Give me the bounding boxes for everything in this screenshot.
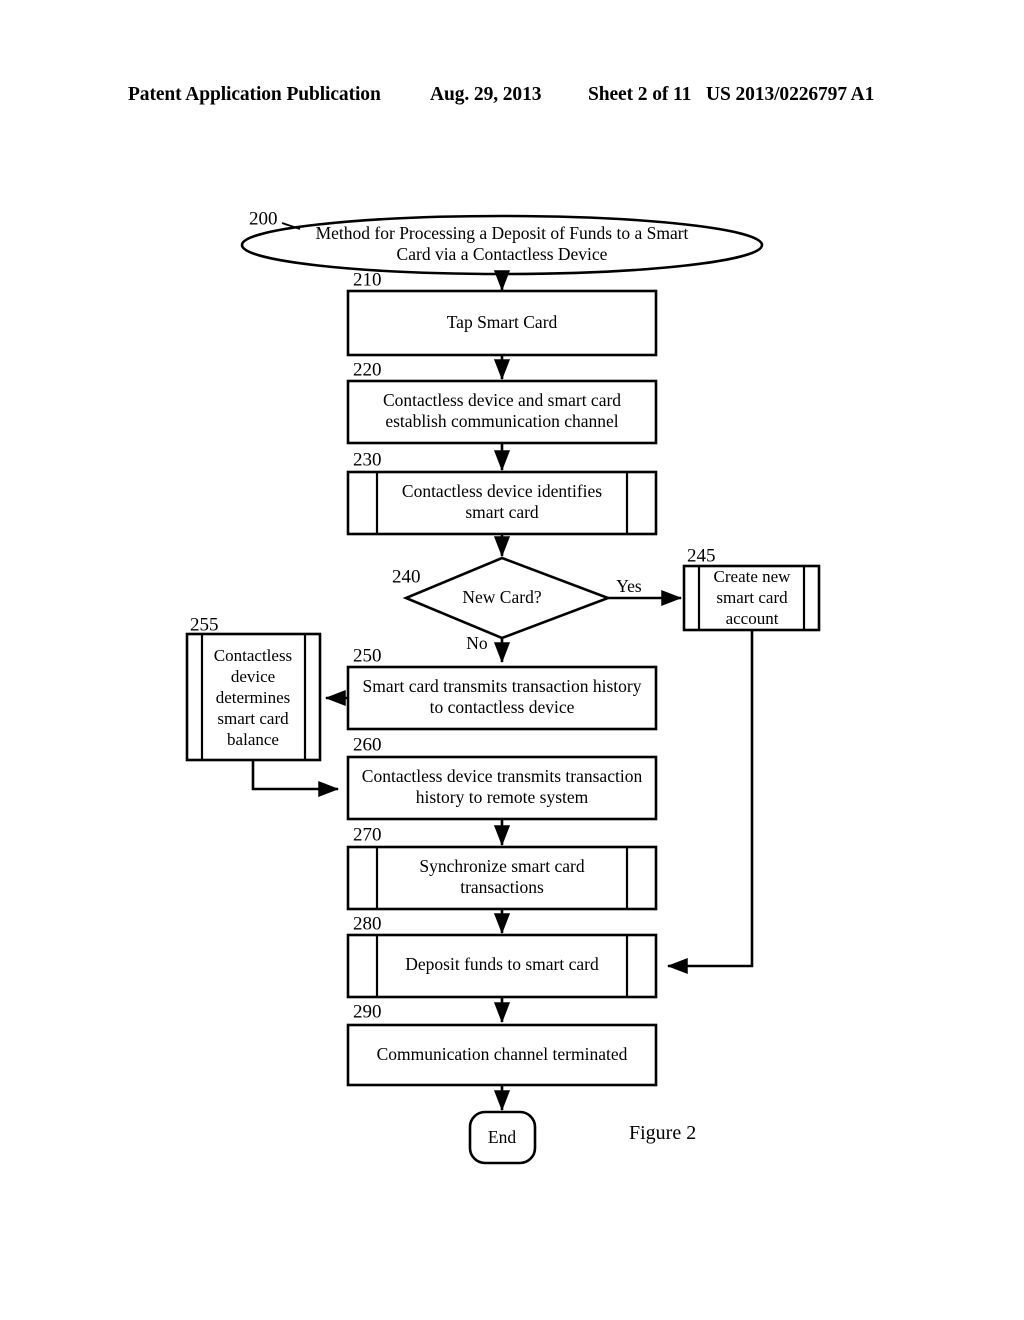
node-240-new-card-decision: New Card? (402, 556, 612, 640)
node-255-line4: smart card (217, 709, 289, 728)
connector-255-260 (251, 760, 340, 798)
node-250-transmit-history: Smart card transmits transaction history… (346, 665, 658, 731)
node-title-line2: Card via a Contactless Device (397, 244, 608, 264)
figure-2-flowchart: Method for Processing a Deposit of Funds… (185, 208, 821, 1165)
ref-210: 210 (353, 269, 382, 290)
ref-230: 230 (353, 449, 382, 470)
node-260-transmit-remote: Contactless device transmits transaction… (346, 755, 658, 821)
node-290-label: Communication channel terminated (377, 1044, 628, 1064)
node-260-line2: history to remote system (416, 787, 589, 807)
node-280-label: Deposit funds to smart card (405, 954, 599, 974)
node-230-line2: smart card (465, 502, 539, 522)
node-260-line1: Contactless device transmits transaction (362, 766, 643, 786)
edge-label-yes: Yes (616, 576, 642, 596)
ref-245: 245 (687, 545, 716, 566)
ref-270: 270 (353, 824, 382, 845)
node-255-line1: Contactless (214, 646, 292, 665)
node-230-identify-smart-card: Contactless device identifies smart card (346, 470, 658, 536)
node-255-determine-balance: Contactless device determines smart card… (185, 632, 322, 762)
node-270-line1: Synchronize smart card (419, 856, 584, 876)
node-220-line1: Contactless device and smart card (383, 390, 621, 410)
ref-250: 250 (353, 645, 382, 666)
ref-260: 260 (353, 734, 382, 755)
node-240-label: New Card? (462, 587, 541, 607)
node-230-line1: Contactless device identifies (402, 481, 602, 501)
node-245-line1: Create new (714, 567, 792, 586)
node-280-deposit-funds: Deposit funds to smart card (346, 933, 658, 999)
node-245-line2: smart card (716, 588, 788, 607)
node-255-line5: balance (227, 730, 279, 749)
ref-240: 240 (392, 566, 421, 587)
node-220-establish-channel: Contactless device and smart card establ… (346, 379, 658, 445)
node-250-line1: Smart card transmits transaction history (363, 676, 642, 696)
connector-245-280 (666, 630, 754, 975)
ref-290: 290 (353, 1001, 382, 1022)
node-245-create-account: Create new smart card account (682, 564, 821, 632)
ref-220: 220 (353, 359, 382, 380)
node-210-label: Tap Smart Card (447, 312, 558, 332)
edge-label-no: No (466, 633, 488, 653)
node-245-line3: account (726, 609, 779, 628)
ref-255: 255 (190, 614, 219, 635)
ref-280: 280 (353, 913, 382, 934)
node-270-line2: transactions (460, 877, 544, 897)
node-210-tap-smart-card: Tap Smart Card (346, 289, 658, 357)
figure-caption: Figure 2 (629, 1122, 697, 1144)
ref-200: 200 (249, 208, 278, 229)
node-250-line2: to contactless device (430, 697, 575, 717)
node-end-label: End (488, 1127, 516, 1147)
node-270-synchronize: Synchronize smart card transactions (346, 845, 658, 911)
node-255-line2: device (231, 667, 275, 686)
node-220-line2: establish communication channel (385, 411, 618, 431)
node-290-channel-terminated: Communication channel terminated (346, 1023, 658, 1087)
node-title-oval: Method for Processing a Deposit of Funds… (240, 214, 764, 276)
node-255-line3: determines (216, 688, 291, 707)
node-end-terminator: End (468, 1110, 537, 1165)
node-title-line1: Method for Processing a Deposit of Funds… (316, 223, 689, 243)
